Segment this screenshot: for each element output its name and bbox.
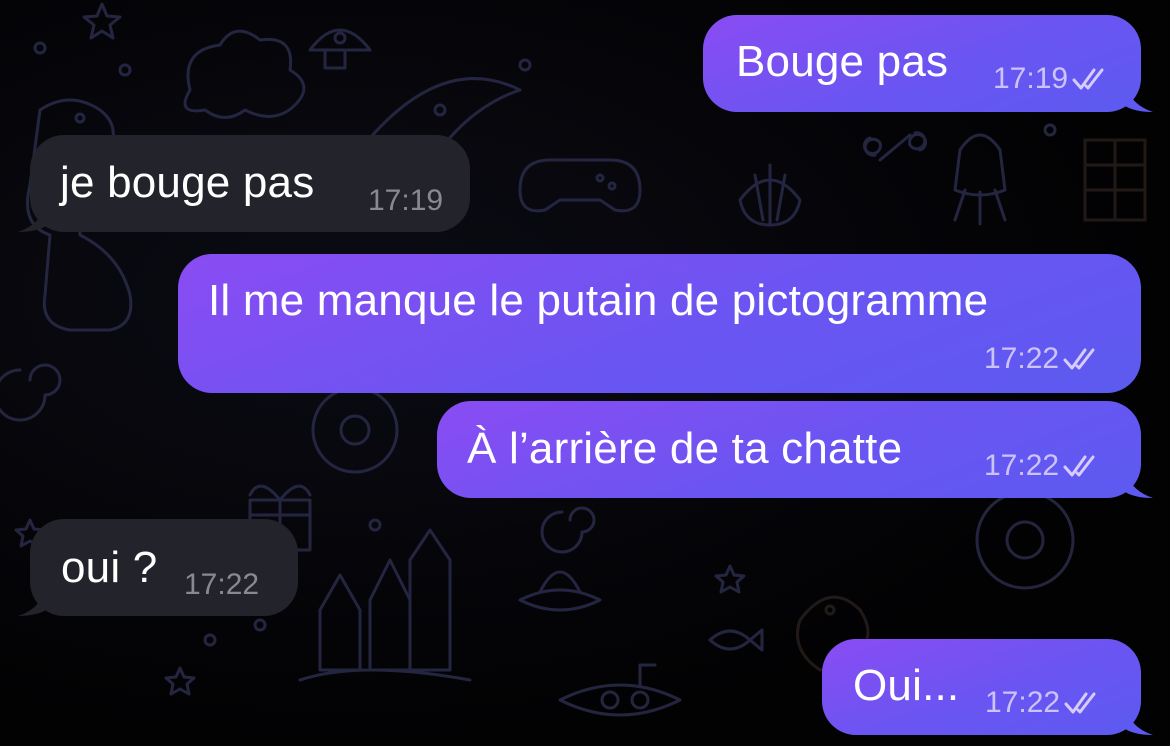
message-meta: 17:22 — [984, 343, 1099, 375]
message-timestamp: 17:22 — [184, 568, 260, 601]
chocolate-doodle — [1083, 138, 1147, 222]
message-text: je bouge pas — [60, 158, 315, 207]
gamepad-doodle — [518, 158, 642, 213]
message-bubble-outgoing[interactable]: À l’arrière de ta chatte 17:22 — [437, 401, 1153, 498]
chat-view[interactable]: Bouge pas 17:19 je bouge pas 17:19 Il me… — [0, 0, 1170, 746]
castle-doodle — [298, 528, 472, 682]
bubble-tail — [18, 586, 46, 616]
message-bubble-incoming[interactable]: je bouge pas 17:19 — [18, 135, 470, 232]
star-doodle — [82, 2, 122, 40]
double-check-icon — [1072, 68, 1104, 90]
star-doodle — [714, 564, 746, 594]
message-bubble-outgoing[interactable]: Bouge pas 17:19 — [703, 15, 1153, 112]
ufo-doodle — [518, 570, 602, 612]
message-bubble-incoming[interactable]: oui ? 17:22 — [18, 519, 298, 616]
squid-doodle — [953, 133, 1007, 226]
message-text: oui ? — [61, 543, 158, 592]
message-timestamp: 17:22 — [985, 686, 1061, 719]
message-text: Bouge pas — [736, 37, 949, 86]
double-check-icon — [1064, 692, 1096, 714]
message-meta: 17:22 — [984, 450, 1099, 482]
submarine-doodle — [558, 663, 682, 717]
pool-ball-doodle — [975, 490, 1075, 590]
double-check-icon — [1063, 455, 1095, 477]
message-meta: 17:19 — [993, 63, 1108, 95]
message-text: Oui... — [853, 661, 960, 710]
shell-doodle — [738, 163, 802, 227]
message-meta: 17:22 — [985, 687, 1100, 719]
message-bubble-outgoing[interactable]: Il me manque le putain de pictogramme 17… — [178, 254, 1141, 393]
bubble-tail — [18, 202, 46, 232]
message-meta: 17:22 — [184, 569, 259, 601]
message-text: À l’arrière de ta chatte — [467, 424, 903, 473]
message-timestamp: 17:19 — [993, 62, 1069, 95]
swirl-doodle — [540, 506, 596, 554]
double-check-icon — [1063, 348, 1095, 370]
cloud-doodle — [183, 29, 306, 119]
message-timestamp: 17:19 — [368, 184, 444, 217]
fish-doodle — [708, 628, 764, 652]
bubble-tail — [1125, 705, 1153, 735]
message-text: Il me manque le putain de pictogramme — [208, 276, 989, 325]
message-meta: 17:19 — [368, 185, 443, 217]
star-doodle — [164, 666, 196, 696]
donut-doodle — [311, 386, 399, 474]
message-timestamp: 17:22 — [984, 342, 1060, 375]
swirl-doodle — [0, 363, 62, 422]
message-bubble-outgoing[interactable]: Oui... 17:22 — [822, 639, 1153, 735]
bone-doodle — [863, 131, 927, 162]
bubble-tail — [1125, 82, 1153, 112]
message-timestamp: 17:22 — [984, 449, 1060, 482]
bubble-tail — [1125, 468, 1153, 498]
mushroom-doodle — [308, 28, 372, 70]
